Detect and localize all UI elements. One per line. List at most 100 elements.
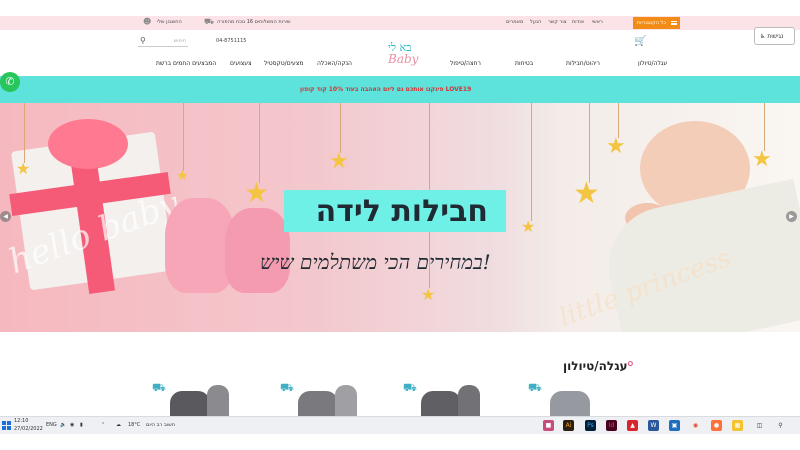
- top-link-home[interactable]: ראשי: [592, 19, 603, 25]
- illustrator-icon[interactable]: Ai: [563, 420, 574, 431]
- weather-label[interactable]: חשוב רב היום: [146, 422, 175, 428]
- delivery-icon: ⛟: [403, 381, 417, 394]
- weather-icon[interactable]: ☁: [116, 422, 121, 428]
- hero-title: חבילות לידה: [315, 194, 488, 229]
- top-link-about[interactable]: אודות: [572, 19, 584, 25]
- delivery-icon: ⛟: [528, 381, 542, 394]
- search-field[interactable]: ⚲ חיפוש: [138, 35, 188, 47]
- nav-item-furniture[interactable]: ריהוט/חבילות: [566, 60, 600, 67]
- star-icon: ★: [752, 147, 772, 172]
- star-icon: ★: [176, 168, 189, 184]
- all-categories-label: כל הקטגוריות: [636, 20, 666, 26]
- top-link-contact[interactable]: צור קשר: [548, 19, 567, 25]
- app-icon[interactable]: ■: [543, 420, 554, 431]
- star-string: [764, 103, 765, 151]
- account-link[interactable]: החשבון שלי: [157, 19, 182, 25]
- file-explorer-icon[interactable]: ▦: [732, 420, 743, 431]
- nav-item-feeding[interactable]: הנקה/האכלה: [317, 60, 352, 67]
- windows-start-icon[interactable]: [2, 421, 11, 430]
- hero-title-box: חבילות לידה: [284, 190, 506, 232]
- stroller-image: [458, 385, 480, 417]
- top-link-articles[interactable]: מאמרים: [506, 19, 523, 25]
- taskbar-time[interactable]: 12:10: [14, 418, 28, 424]
- site-logo[interactable]: בא לי Baby: [370, 41, 422, 81]
- product-card[interactable]: ⛟: [528, 381, 608, 417]
- hero-banner[interactable]: hello baby ★ ★ ★ ★ ★ ★ ★ ★ ★ ★ little pr…: [0, 103, 800, 332]
- star-string: [183, 103, 184, 171]
- hamburger-icon: [671, 21, 677, 25]
- star-string: [259, 103, 260, 183]
- top-link-shoes[interactable]: הנעל: [530, 19, 541, 25]
- nav-item-safety[interactable]: בטיחות: [515, 60, 533, 67]
- stroller-image: [421, 391, 461, 417]
- photoshop-icon[interactable]: Ps: [585, 420, 596, 431]
- stroller-image: [207, 385, 229, 417]
- user-icon[interactable]: ☻: [143, 18, 151, 26]
- slider-prev-arrow[interactable]: ◀: [0, 211, 11, 222]
- gift-bow: [48, 119, 128, 169]
- delivery-icon: ⛟: [152, 381, 166, 394]
- star-icon: ★: [573, 176, 600, 211]
- stroller-image: [298, 391, 338, 417]
- accessibility-label: נגישות: [767, 33, 784, 40]
- star-icon: ★: [606, 134, 626, 159]
- all-categories-button[interactable]: כל הקטגוריות: [633, 17, 680, 29]
- star-icon: ★: [244, 176, 270, 209]
- firefox-icon[interactable]: ●: [711, 420, 722, 431]
- stroller-image: [550, 391, 590, 417]
- section-title: עגלה/טיולון: [563, 359, 628, 373]
- whatsapp-icon[interactable]: ✆: [0, 72, 20, 92]
- truck-icon: ⛟: [204, 17, 215, 26]
- wifi-icon[interactable]: ◉: [70, 422, 74, 428]
- star-icon: ★: [521, 217, 536, 236]
- search-placeholder: חיפוש: [173, 38, 186, 44]
- logo-english: Baby: [388, 52, 419, 66]
- task-view-icon[interactable]: ◫: [754, 420, 765, 431]
- delivery-text: שירות המשלוחים 16 נוכח מהפורה: [217, 19, 291, 25]
- hero-subtitle: במחירים הכי משתלמים שיש!: [260, 250, 491, 274]
- delivery-icon: ⛟: [280, 381, 294, 394]
- weather-temp[interactable]: 18°C: [128, 422, 140, 428]
- windows-taskbar: 12:10 27/02/2022 ENG 🔈 ◉ ▮ ⌃ ☁ 18°C חשוב…: [0, 416, 800, 434]
- nav-item-textile[interactable]: מצעים/טקסטיל: [264, 60, 303, 67]
- slider-next-arrow[interactable]: ▶: [786, 211, 797, 222]
- phone-number[interactable]: 04-8751115: [216, 38, 246, 44]
- explorer-app-icon[interactable]: ▣: [669, 420, 680, 431]
- page-bottom: [0, 434, 800, 450]
- nav-item-hot-deals[interactable]: המבצעים החמים ברשת: [156, 60, 216, 67]
- star-icon: ★: [329, 149, 349, 174]
- star-string: [340, 103, 341, 153]
- product-card[interactable]: ⛟: [403, 381, 483, 417]
- nav-item-strollers[interactable]: עגלה/טיולון: [638, 60, 667, 67]
- promo-bar: פינקנו אותכם גם ליום האהבה בעוד 10% קוד …: [0, 76, 800, 103]
- star-string: [531, 103, 532, 221]
- star-icon: ★: [421, 285, 436, 304]
- nav-item-toys[interactable]: צעצועים: [230, 60, 252, 67]
- nav-item-bath[interactable]: רחצה/טיפול: [450, 60, 481, 67]
- cart-icon[interactable]: 🛒: [634, 36, 646, 47]
- product-card[interactable]: ⛟: [280, 381, 360, 417]
- star-icon: ★: [16, 159, 31, 178]
- stroller-image: [335, 385, 357, 417]
- search-icon[interactable]: ⚲: [140, 36, 146, 45]
- search-icon[interactable]: ⚲: [775, 420, 786, 431]
- star-string: [589, 103, 590, 183]
- stroller-image: [170, 391, 210, 417]
- word-icon[interactable]: W: [648, 420, 659, 431]
- star-string: [24, 103, 25, 163]
- language-indicator[interactable]: ENG: [46, 422, 57, 428]
- wheelchair-icon: ♿: [760, 33, 766, 40]
- indesign-icon[interactable]: Id: [606, 420, 617, 431]
- star-string: [618, 103, 619, 138]
- speaker-icon[interactable]: 🔈: [60, 422, 66, 428]
- battery-icon[interactable]: ▮: [80, 422, 83, 428]
- acrobat-icon[interactable]: ▲: [627, 420, 638, 431]
- chrome-icon[interactable]: ◉: [690, 420, 701, 431]
- taskbar-date[interactable]: 27/02/2022: [14, 426, 43, 432]
- stroller-icon: ⚬: [624, 355, 637, 373]
- top-info-bar: ☻ החשבון שלי ⛟ שירות המשלוחים 16 נוכח מה…: [0, 16, 800, 30]
- product-card[interactable]: ⛟: [152, 381, 232, 417]
- accessibility-button[interactable]: ♿ נגישות: [754, 27, 795, 45]
- promo-text: פינקנו אותכם גם ליום האהבה בעוד 10% קוד …: [300, 86, 472, 93]
- chevron-up-icon[interactable]: ⌃: [101, 422, 105, 428]
